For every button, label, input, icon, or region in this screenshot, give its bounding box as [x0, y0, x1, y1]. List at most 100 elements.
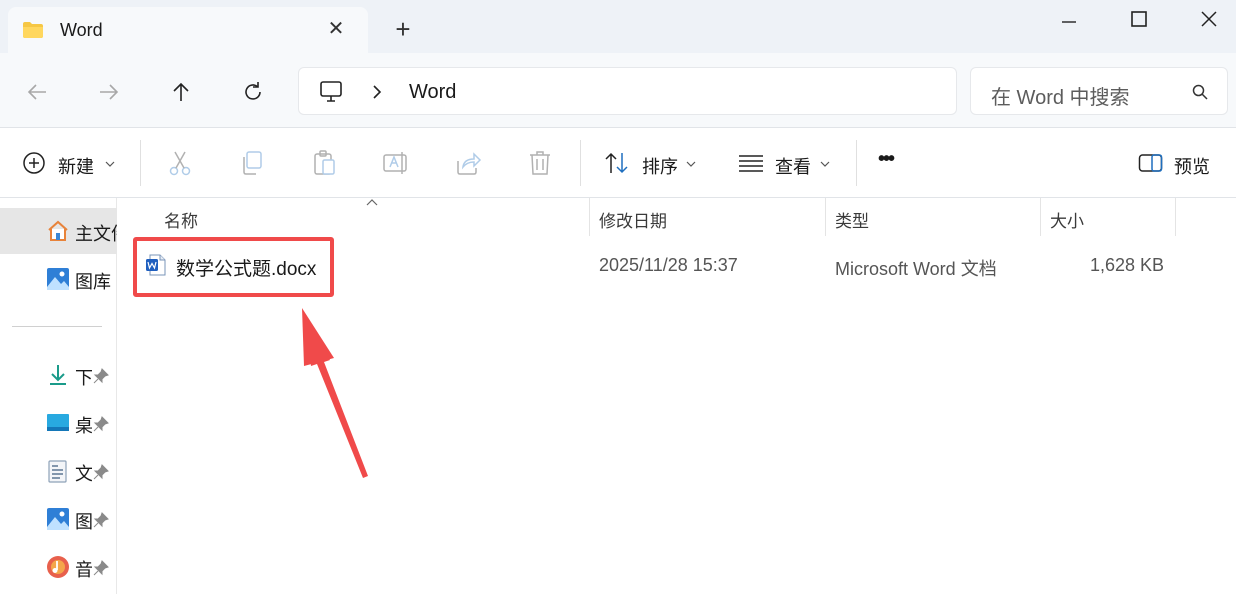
arrow-annotation	[302, 308, 368, 478]
delete-button[interactable]	[526, 149, 554, 177]
minimize-button[interactable]	[1046, 4, 1092, 32]
trash-icon	[530, 151, 550, 175]
sort-label: 排序	[642, 157, 678, 177]
tab-word[interactable]: Word ✕	[8, 7, 368, 53]
home-icon	[48, 220, 68, 241]
column-divider[interactable]	[1040, 198, 1041, 236]
sidebar-item-music[interactable]: 音乐	[0, 544, 117, 590]
divider	[12, 326, 102, 327]
sidebar-item-label: 文档	[75, 464, 92, 484]
maximize-button[interactable]	[1116, 4, 1162, 32]
divider	[140, 140, 141, 186]
address-bar[interactable]: Word	[298, 67, 957, 115]
close-window-button[interactable]	[1186, 4, 1232, 32]
preview-pane-button[interactable]: 预览	[1138, 149, 1218, 177]
sort-ascending-icon	[366, 199, 378, 206]
music-icon	[47, 556, 69, 578]
gallery-icon	[47, 268, 69, 290]
sidebar-item-label: 图片	[75, 512, 92, 532]
arrow-left-icon	[27, 84, 46, 100]
pictures-icon	[47, 508, 69, 530]
refresh-icon	[245, 82, 261, 100]
new-tab-button[interactable]: +	[390, 16, 416, 43]
column-header-name[interactable]: 名称	[164, 207, 198, 232]
view-button[interactable]: 查看	[738, 149, 834, 177]
share-button[interactable]	[454, 149, 482, 177]
sidebar-item-label: 主文件夹	[75, 224, 117, 244]
column-divider[interactable]	[589, 198, 590, 236]
copy-icon	[243, 151, 262, 175]
sidebar-item-label: 图库	[75, 272, 111, 292]
pin-icon[interactable]	[93, 416, 109, 432]
back-button[interactable]	[22, 77, 50, 105]
sidebar-item-label: 音乐	[75, 560, 92, 580]
forward-button[interactable]	[94, 77, 122, 105]
arrow-right-icon	[100, 84, 119, 100]
sort-icon	[605, 152, 628, 174]
sidebar-item-pictures[interactable]: 图片	[0, 496, 117, 542]
rename-button[interactable]	[382, 149, 410, 177]
search-input[interactable]: 在 Word 中搜索	[991, 81, 1130, 110]
sidebar-item-home[interactable]: 主文件夹	[0, 208, 117, 254]
command-bar: 新建 排序 查看 ••• 预览	[0, 128, 1236, 198]
desktop-icon	[47, 414, 69, 431]
more-options-button[interactable]: •••	[878, 148, 910, 177]
pin-icon[interactable]	[93, 368, 109, 384]
column-divider[interactable]	[825, 198, 826, 236]
chevron-right-icon[interactable]	[371, 84, 383, 105]
new-button[interactable]: 新建	[22, 149, 118, 177]
clipboard-icon	[314, 150, 335, 175]
more-icon: •••	[878, 148, 895, 170]
arrow-up-icon	[173, 82, 189, 101]
preview-pane-icon	[1138, 154, 1163, 172]
computer-icon	[319, 80, 345, 109]
list-view-icon	[739, 155, 763, 172]
divider	[580, 140, 581, 186]
share-icon	[457, 152, 482, 175]
view-label: 查看	[775, 157, 811, 177]
sidebar-item-desktop[interactable]: 桌面	[0, 400, 117, 446]
column-header-size[interactable]: 大小	[1050, 207, 1084, 232]
column-header-modified[interactable]: 修改日期	[599, 207, 667, 232]
scissors-icon	[169, 151, 191, 176]
divider	[856, 140, 857, 186]
up-button[interactable]	[166, 77, 194, 105]
minimize-icon	[1062, 21, 1076, 23]
tab-title: Word	[60, 20, 103, 40]
rename-icon	[383, 152, 407, 174]
documents-icon	[48, 460, 67, 483]
paste-button[interactable]	[310, 149, 338, 177]
breadcrumb-word[interactable]: Word	[409, 81, 456, 104]
plus-circle-icon	[23, 152, 45, 174]
chevron-down-icon	[686, 161, 696, 167]
cut-button[interactable]	[166, 149, 194, 177]
chevron-down-icon	[820, 161, 830, 167]
refresh-button[interactable]	[238, 77, 266, 105]
file-modified: 2025/11/28 15:37	[599, 255, 738, 275]
navigation-bar: Word 在 Word 中搜索	[0, 53, 1236, 128]
folder-icon	[22, 21, 44, 39]
file-size: 1,628 KB	[1090, 255, 1165, 275]
sidebar-item-label: 桌面	[75, 416, 92, 436]
sidebar-item-gallery[interactable]: 图库	[0, 256, 117, 302]
preview-label: 预览	[1174, 157, 1210, 177]
search-box[interactable]: 在 Word 中搜索	[970, 67, 1228, 115]
new-label: 新建	[58, 157, 94, 177]
sidebar-item-documents[interactable]: 文档	[0, 448, 117, 494]
pin-icon[interactable]	[93, 512, 109, 528]
sidebar-item-downloads[interactable]: 下载	[0, 352, 117, 398]
navigation-pane: 主文件夹 图库 下载 桌面 文档 图片 音乐	[0, 198, 117, 594]
tab-close-button[interactable]: ✕	[324, 17, 348, 41]
column-divider[interactable]	[1175, 198, 1176, 236]
search-icon	[1191, 83, 1209, 106]
pin-icon[interactable]	[93, 560, 109, 576]
sort-button[interactable]: 排序	[604, 149, 700, 177]
sidebar-item-label: 下载	[75, 368, 92, 388]
maximize-icon	[1131, 11, 1147, 27]
copy-button[interactable]	[238, 149, 266, 177]
pin-icon[interactable]	[93, 464, 109, 480]
chevron-down-icon	[105, 161, 115, 167]
title-bar: Word ✕ +	[0, 0, 1236, 53]
column-header-type[interactable]: 类型	[835, 207, 869, 232]
highlight-annotation	[133, 237, 334, 297]
